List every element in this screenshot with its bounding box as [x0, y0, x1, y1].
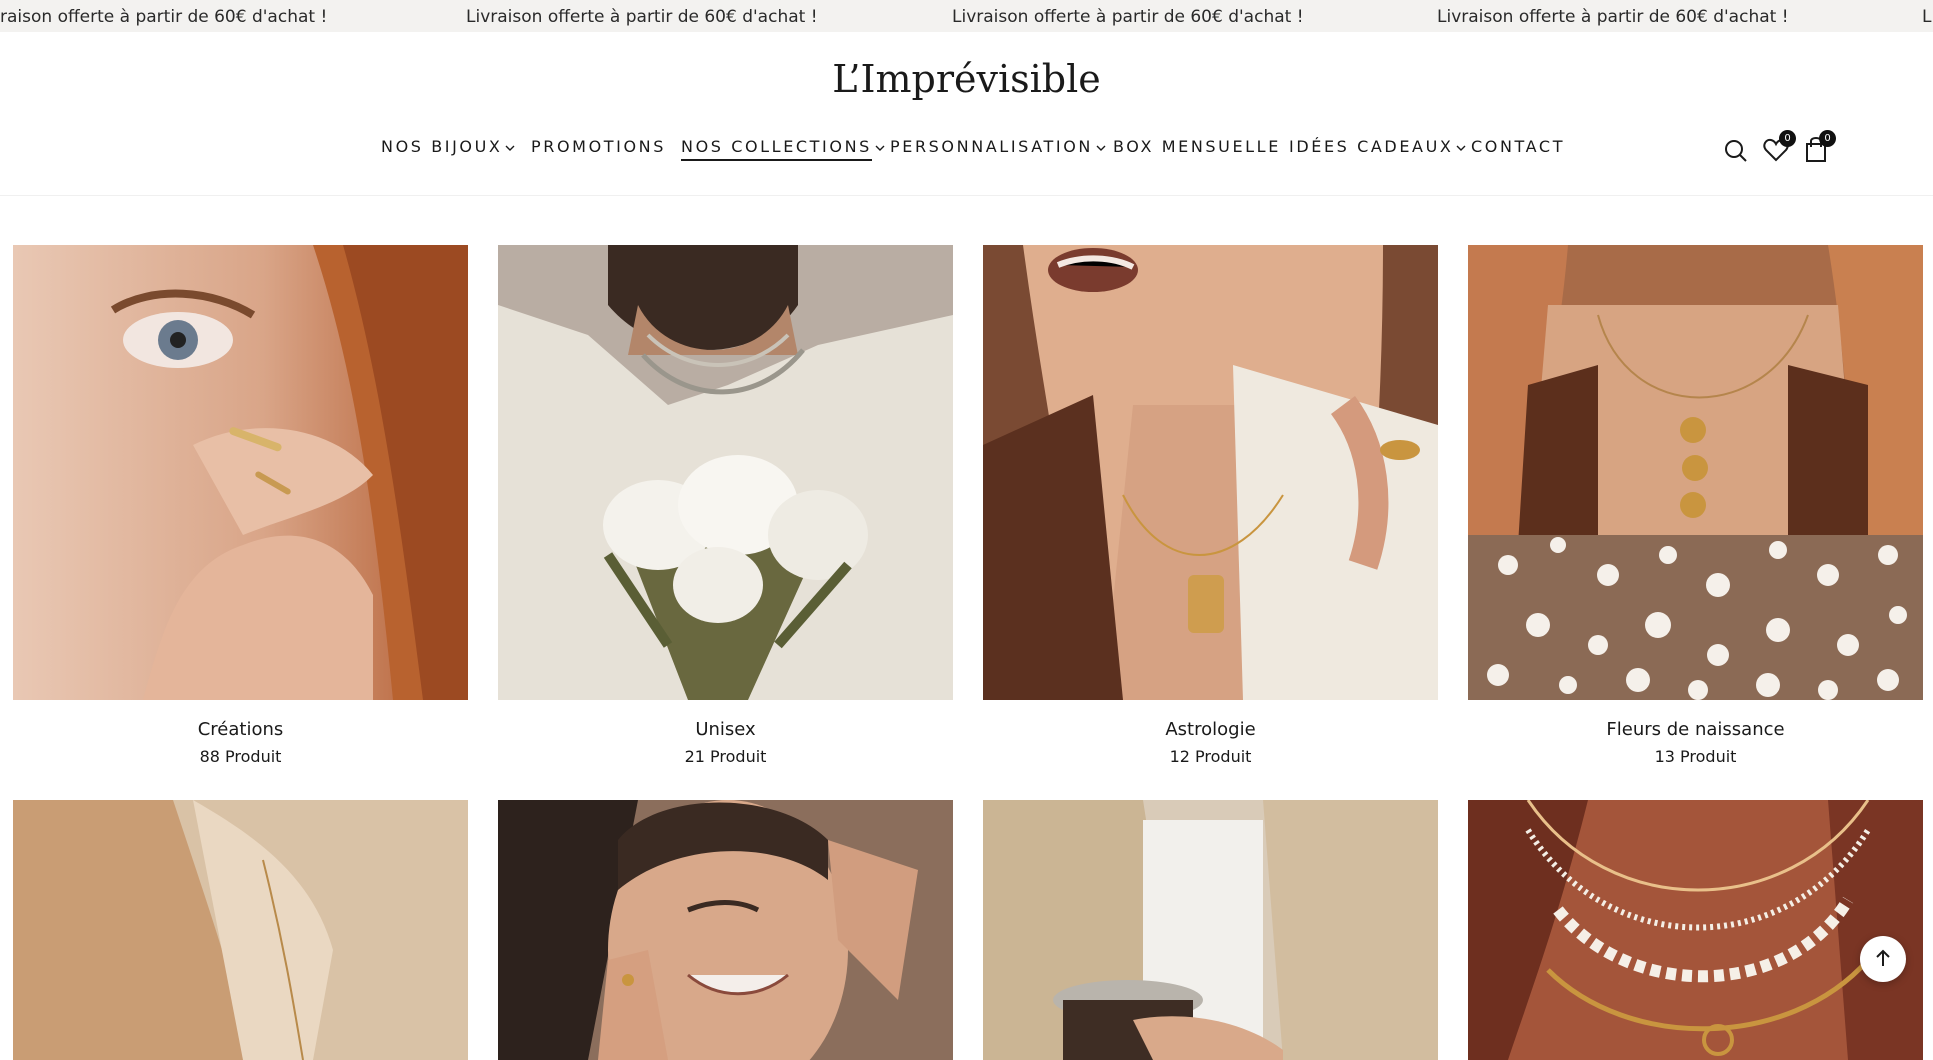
cart-button[interactable]: 0 [1802, 130, 1836, 168]
collection-title[interactable]: Astrologie [983, 719, 1438, 740]
site-logo[interactable]: L’Imprévisible [0, 57, 1933, 101]
scroll-to-top-button[interactable] [1860, 936, 1906, 982]
collection-image[interactable] [1468, 245, 1923, 700]
nav-label: IDÉES CADEAUX [1289, 137, 1454, 156]
nav-label: NOS COLLECTIONS [681, 137, 872, 161]
wishlist-count-badge: 0 [1779, 130, 1796, 147]
nav-item-box-mensuelle[interactable]: BOX MENSUELLE [1113, 137, 1281, 156]
arrow-up-icon [1876, 949, 1890, 966]
collection-card-fleurs-de-naissance[interactable]: Fleurs de naissance 13 Produit [1468, 245, 1923, 766]
collection-image[interactable] [498, 800, 953, 1060]
announcement-text: Livraison offerte à partir de 60€ d'acha… [1437, 7, 1789, 27]
collection-card[interactable] [1468, 800, 1923, 1060]
announcement-text: Livraison offerte à partir de 60€ d'acha… [466, 7, 818, 27]
collection-image[interactable] [983, 800, 1438, 1060]
nav-label: CONTACT [1471, 137, 1566, 156]
chevron-down-icon [875, 145, 885, 151]
collection-title[interactable]: Créations [13, 719, 468, 740]
chevron-down-icon [1456, 145, 1466, 151]
nav-item-contact[interactable]: CONTACT [1471, 137, 1565, 156]
announcement-bar: raison offerte à partir de 60€ d'achat !… [0, 0, 1933, 32]
collection-card[interactable] [983, 800, 1438, 1060]
cart-count-badge: 0 [1819, 130, 1836, 147]
nav-label: NOS BIJOUX [381, 137, 503, 156]
collection-count: 88 Produit [199, 747, 282, 766]
search-button[interactable] [1722, 134, 1752, 168]
collection-card[interactable] [13, 800, 468, 1060]
collection-image[interactable] [1468, 800, 1923, 1060]
collection-card-astrologie[interactable]: Astrologie 12 Produit [983, 245, 1438, 766]
collection-image[interactable] [13, 245, 468, 700]
announcement-text: Livraison offerte à partir de 60€ d'acha… [952, 7, 1304, 27]
collection-title[interactable]: Unisex [498, 719, 953, 740]
announcement-text: raison offerte à partir de 60€ d'achat ! [0, 7, 328, 27]
collection-count: 13 Produit [1654, 747, 1737, 766]
collection-card-creations[interactable]: Créations 88 Produit [13, 245, 468, 766]
collection-card-unisex[interactable]: Unisex 21 Produit [498, 245, 953, 766]
announcement-text: L [1922, 7, 1932, 27]
collection-count: 21 Produit [684, 747, 767, 766]
nav-item-personnalisation[interactable]: PERSONNALISATION [890, 137, 1106, 156]
nav-item-nos-collections[interactable]: NOS COLLECTIONS [681, 137, 885, 161]
collection-card[interactable] [498, 800, 953, 1060]
header-icons: 0 0 [1722, 130, 1842, 174]
site-header: L’Imprévisible NOS BIJOUX PROMOTIONS NOS… [0, 32, 1933, 196]
nav-item-nos-bijoux[interactable]: NOS BIJOUX [381, 137, 515, 156]
nav-item-promotions[interactable]: PROMOTIONS [531, 137, 666, 156]
collection-title[interactable]: Fleurs de naissance [1468, 719, 1923, 740]
nav-label: PROMOTIONS [531, 137, 666, 156]
nav-label: BOX MENSUELLE [1113, 137, 1281, 156]
collection-image[interactable] [498, 245, 953, 700]
search-icon [1725, 140, 1747, 162]
nav-item-idees-cadeaux[interactable]: IDÉES CADEAUX [1289, 137, 1466, 156]
collection-count: 12 Produit [1169, 747, 1252, 766]
chevron-down-icon [505, 145, 515, 151]
collection-image[interactable] [983, 245, 1438, 700]
chevron-down-icon [1096, 145, 1106, 151]
collection-image[interactable] [13, 800, 468, 1060]
nav-label: PERSONNALISATION [890, 137, 1093, 156]
wishlist-button[interactable]: 0 [1762, 130, 1796, 168]
